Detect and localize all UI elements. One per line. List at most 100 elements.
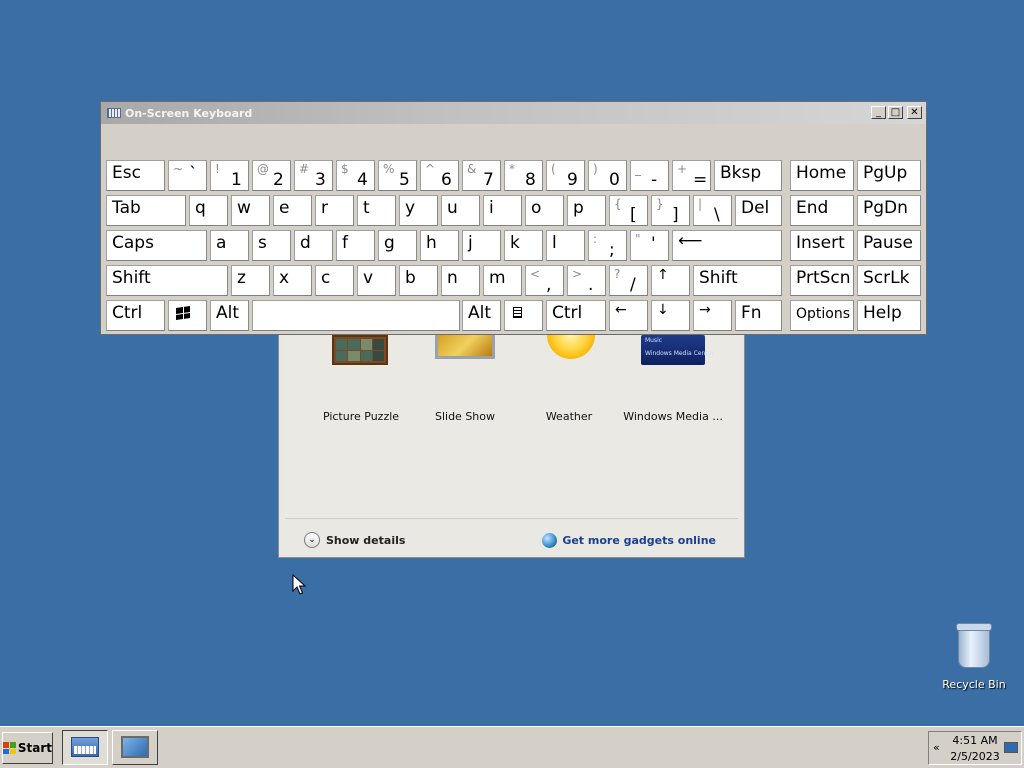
windows-media-icon: Music Windows Media Center — [641, 335, 714, 365]
taskbar-button-gadgets[interactable] — [112, 730, 158, 765]
key-tilde[interactable]: ~ ` — [168, 160, 207, 191]
network-icon[interactable] — [1004, 742, 1018, 753]
key-caps-lock[interactable]: Caps — [106, 230, 207, 261]
key-space[interactable] — [252, 300, 460, 331]
key-comma[interactable]: <, — [525, 265, 564, 296]
key-s[interactable]: s — [252, 230, 291, 261]
key-arrow-down[interactable]: ↓ — [651, 300, 690, 331]
key-u[interactable]: u — [441, 195, 480, 226]
key-right-bracket[interactable]: }] — [651, 195, 690, 226]
key-fn[interactable]: Fn — [735, 300, 782, 331]
key-5[interactable]: % 5 — [378, 160, 417, 191]
key-q[interactable]: q — [189, 195, 228, 226]
key-arrow-left[interactable]: ← — [609, 300, 648, 331]
key-equals[interactable]: + = — [672, 160, 711, 191]
help-button[interactable]: Help — [857, 300, 921, 331]
key-4[interactable]: $4 — [336, 160, 375, 191]
key-n[interactable]: n — [441, 265, 480, 296]
key-0[interactable]: ) 0 — [588, 160, 627, 191]
key-a[interactable]: a — [210, 230, 249, 261]
key-backslash[interactable]: | \ — [693, 195, 732, 226]
recycle-bin-shortcut[interactable]: Recycle Bin — [938, 623, 1010, 691]
get-more-gadgets-link[interactable]: Get more gadgets online — [542, 531, 716, 549]
on-screen-keyboard-window: On-Screen Keyboard _ □ ✕ Esc ~ ` ! 1 @2 #3… — [100, 101, 927, 335]
key-o[interactable]: o — [525, 195, 564, 226]
key-1[interactable]: ! 1 — [210, 160, 249, 191]
key-ctrl-right[interactable]: Ctrl — [546, 300, 606, 331]
key-d[interactable]: d — [294, 230, 333, 261]
start-button[interactable]: Start — [2, 732, 53, 764]
key-v[interactable]: v — [357, 265, 396, 296]
key-left-bracket[interactable]: {[ — [609, 195, 648, 226]
title-bar[interactable]: On-Screen Keyboard _ □ ✕ — [101, 102, 926, 124]
key-6[interactable]: ^ 6 — [420, 160, 459, 191]
gadget-gallery-window: Picture Puzzle Slide Show Weather Music … — [278, 300, 745, 558]
clock-date[interactable]: 2/5/2023 — [947, 750, 1003, 763]
key-r[interactable]: r — [315, 195, 354, 226]
key-c[interactable]: c — [315, 265, 354, 296]
key-esc[interactable]: Esc — [106, 160, 165, 191]
key-shift-left[interactable]: Shift — [106, 265, 228, 296]
key-7[interactable]: & 7 — [462, 160, 501, 191]
key-home[interactable]: Home — [790, 160, 854, 191]
key-semicolon[interactable]: :; — [588, 230, 627, 261]
key-delete[interactable]: Del — [735, 195, 782, 226]
key-period[interactable]: >. — [567, 265, 606, 296]
key-arrow-up[interactable]: ↑ — [651, 265, 690, 296]
key-enter[interactable]: ⟵ — [672, 230, 782, 261]
key-tab[interactable]: Tab — [106, 195, 186, 226]
key-w[interactable]: w — [231, 195, 270, 226]
key-l[interactable]: l — [546, 230, 585, 261]
key-alt-left[interactable]: Alt — [210, 300, 249, 331]
key-arrow-right[interactable]: → — [693, 300, 732, 331]
key-9[interactable]: (9 — [546, 160, 585, 191]
start-label: Start — [17, 741, 52, 755]
slide-show-icon — [435, 335, 495, 359]
key-menu[interactable] — [504, 300, 543, 331]
clock-time[interactable]: 4:51 AM — [947, 734, 1003, 747]
key-minus[interactable]: _ - — [630, 160, 669, 191]
key-page-up[interactable]: PgUp — [857, 160, 921, 191]
key-j[interactable]: j — [462, 230, 501, 261]
key-2[interactable]: @2 — [252, 160, 291, 191]
key-slash[interactable]: ? / — [609, 265, 648, 296]
key-i[interactable]: i — [483, 195, 522, 226]
key-ctrl-left[interactable]: Ctrl — [106, 300, 165, 331]
key-insert[interactable]: Insert — [790, 230, 854, 261]
weather-icon — [547, 335, 595, 359]
key-e[interactable]: e — [273, 195, 312, 226]
key-quote[interactable]: " ' — [630, 230, 669, 261]
key-h[interactable]: h — [420, 230, 459, 261]
key-pause[interactable]: Pause — [857, 230, 921, 261]
key-p[interactable]: p — [567, 195, 606, 226]
key-alt-right[interactable]: Alt — [462, 300, 501, 331]
key-print-screen[interactable]: PrtScn — [790, 265, 854, 296]
key-scroll-lock[interactable]: ScrLk — [857, 265, 921, 296]
key-b[interactable]: b — [399, 265, 438, 296]
key-g[interactable]: g — [378, 230, 417, 261]
key-3[interactable]: #3 — [294, 160, 333, 191]
key-backspace[interactable]: Bksp — [714, 160, 782, 191]
key-k[interactable]: k — [504, 230, 543, 261]
options-button[interactable]: Options — [790, 300, 854, 331]
close-button[interactable]: ✕ — [907, 106, 922, 119]
key-8[interactable]: * 8 — [504, 160, 543, 191]
key-y[interactable]: y — [399, 195, 438, 226]
taskbar-button-on-screen-keyboard[interactable] — [62, 730, 108, 765]
maximize-button[interactable]: □ — [888, 106, 903, 119]
gadget-label: Weather — [545, 410, 593, 423]
key-t[interactable]: t — [357, 195, 396, 226]
gadgets-icon — [121, 736, 149, 758]
key-z[interactable]: z — [231, 265, 270, 296]
key-shift-right[interactable]: Shift — [693, 265, 782, 296]
key-x[interactable]: x — [273, 265, 312, 296]
key-f[interactable]: f — [336, 230, 375, 261]
tray-expand-button[interactable]: « — [933, 741, 940, 754]
key-end[interactable]: End — [790, 195, 854, 226]
keyboard-icon — [71, 737, 99, 757]
key-page-down[interactable]: PgDn — [857, 195, 921, 226]
key-m[interactable]: m — [483, 265, 522, 296]
show-details-button[interactable]: ⌄ Show details — [304, 531, 405, 549]
key-windows[interactable] — [168, 300, 207, 331]
minimize-button[interactable]: _ — [871, 106, 886, 119]
